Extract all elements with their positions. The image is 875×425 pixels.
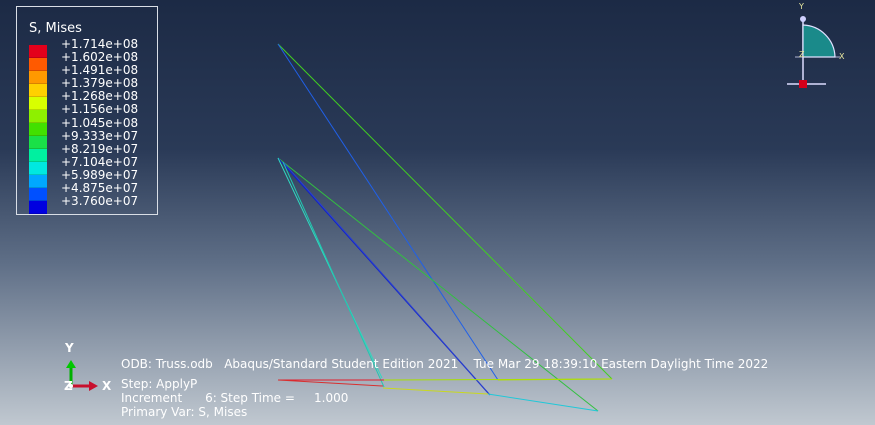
truss-member <box>277 157 383 379</box>
legend-swatch <box>29 149 47 162</box>
legend-title: S, Mises <box>29 21 82 36</box>
triad-x-label: X <box>102 379 112 393</box>
truss-member <box>277 43 613 380</box>
step-line: Step: ApplyP <box>121 377 198 391</box>
view-cube-y-label: Y <box>799 2 804 11</box>
legend-value-label: +1.156e+08 <box>61 102 139 117</box>
increment-line: Increment 6: Step Time = 1.000 <box>121 391 349 405</box>
odb-info-line: ODB: Truss.odb Abaqus/Standard Student E… <box>121 357 769 371</box>
legend-value-label: +8.219e+07 <box>61 141 139 156</box>
contour-legend: S, Mises +1.714e+08 +1.602e+08 +1.491e+08 +… <box>16 6 158 215</box>
truss-member <box>282 161 385 388</box>
triad-z-label: Z <box>64 379 73 393</box>
legend-swatch <box>29 188 47 201</box>
legend-values: +1.714e+08 +1.602e+08 +1.491e+08 +1.379e+08… <box>61 37 139 209</box>
legend-value-label: +9.333e+07 <box>61 128 139 143</box>
legend-swatch <box>29 136 47 149</box>
view-cube-z-label: Z <box>799 50 805 59</box>
legend-swatch <box>29 45 47 58</box>
truss-member <box>487 393 599 412</box>
truss-member <box>382 387 489 395</box>
legend-value-label: +3.760e+07 <box>61 194 139 209</box>
legend-value-label: +7.104e+07 <box>61 154 139 169</box>
legend-swatch <box>29 201 47 214</box>
legend-swatch <box>29 84 47 97</box>
view-orientation-icon <box>787 16 840 88</box>
legend-swatch <box>29 58 47 71</box>
abaqus-viewport[interactable]: S, Mises +1.714e+08 +1.602e+08 +1.491e+08 +… <box>0 0 875 425</box>
legend-swatch <box>29 71 47 84</box>
legend-value-label: +1.045e+08 <box>61 115 139 130</box>
legend-color-bar <box>29 45 47 214</box>
legend-swatch <box>29 162 47 175</box>
legend-swatch <box>29 175 47 188</box>
primary-var-line: Primary Var: S, Mises <box>121 405 248 419</box>
view-cube-x-label: X <box>839 52 845 61</box>
legend-swatch <box>29 123 47 136</box>
truss-member <box>277 43 499 381</box>
legend-swatch <box>29 97 47 110</box>
truss-member <box>277 157 599 412</box>
legend-swatch <box>29 110 47 123</box>
triad-y-label: Y <box>65 341 74 355</box>
truss-member <box>277 379 384 387</box>
